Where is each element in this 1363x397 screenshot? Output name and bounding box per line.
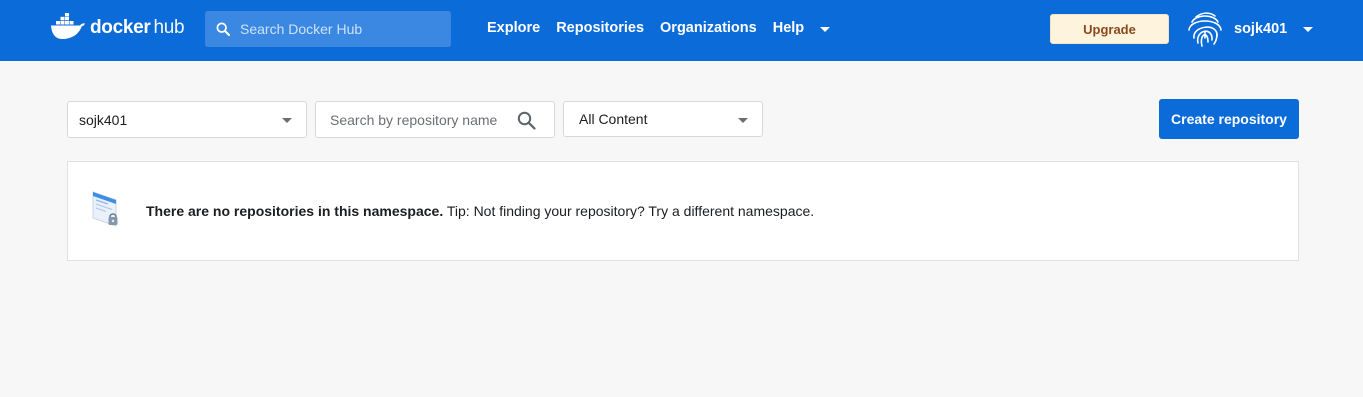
nav-help[interactable]: Help [773, 19, 804, 37]
search-icon [216, 22, 230, 36]
docker-hub-logo[interactable]: docker hub [50, 12, 185, 42]
main-nav: Explore Repositories Organizations Help [487, 19, 831, 37]
namespace-select[interactable]: sojk401 [67, 101, 307, 138]
logo-docker-text: docker [90, 16, 151, 38]
content-filter-select[interactable]: All Content [563, 101, 763, 137]
nav-explore[interactable]: Explore [487, 19, 540, 37]
empty-state-tip: Tip: Not finding your repository? Try a … [443, 203, 815, 219]
help-chevron-down-icon[interactable] [820, 26, 831, 32]
nav-organizations[interactable]: Organizations [660, 19, 757, 37]
content-filter-value: All Content [579, 111, 648, 127]
top-navbar: dockerhub Explore Repositories Organizat… [0, 0, 1363, 61]
nav-repositories[interactable]: Repositories [556, 19, 644, 37]
account-username: sojk401 [1234, 21, 1288, 37]
content-filter-chevron-down-icon [738, 118, 748, 123]
empty-state-bold: There are no repositories in this namesp… [146, 203, 444, 219]
upgrade-button[interactable]: Upgrade [1050, 14, 1169, 44]
empty-state-message: There are no repositories in this namesp… [146, 203, 814, 219]
namespace-chevron-down-icon [282, 118, 292, 123]
fingerprint-icon [1188, 12, 1222, 47]
global-search-input[interactable] [240, 21, 440, 37]
repository-search-input[interactable] [330, 111, 510, 128]
empty-state-card: There are no repositories in this namesp… [67, 161, 1299, 261]
repository-lock-illustration [92, 191, 118, 227]
search-icon[interactable] [517, 111, 536, 130]
logo-hub-text: hub [153, 16, 185, 38]
docker-whale-icon [51, 13, 85, 39]
account-menu[interactable]: sojk401 [1184, 8, 1314, 50]
namespace-value: sojk401 [79, 111, 128, 128]
account-chevron-down-icon[interactable] [1303, 26, 1314, 32]
create-repository-button[interactable]: Create repository [1159, 99, 1299, 139]
global-search[interactable] [205, 11, 451, 47]
repository-search[interactable] [315, 101, 555, 138]
logo-wordmark: docker hub [90, 16, 185, 38]
